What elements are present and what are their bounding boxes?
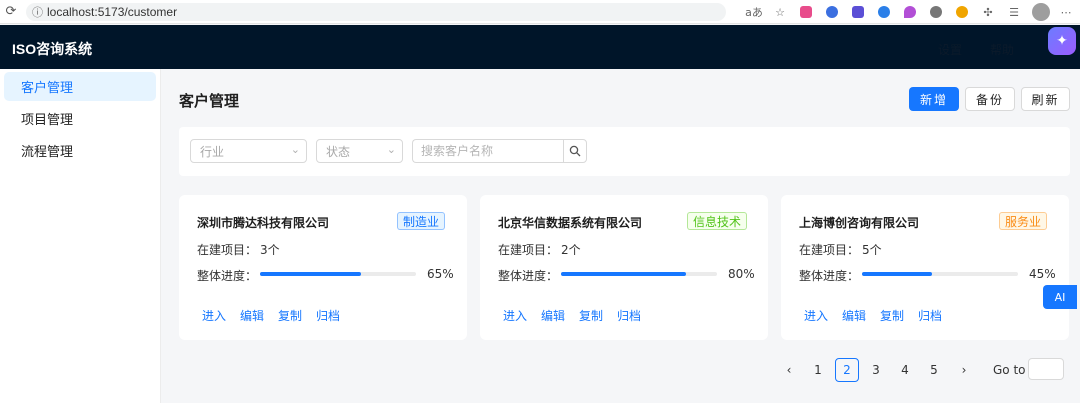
edit-link[interactable]: 编辑 bbox=[541, 307, 565, 324]
address-bar[interactable]: ⓘ localhost:5173/customer bbox=[26, 2, 726, 21]
search-input[interactable] bbox=[412, 139, 563, 163]
customer-card: 北京华信数据系统有限公司 信息技术 在建项目： 2个 整体进度： 80% 进入 … bbox=[480, 195, 768, 340]
browser-toolbar: ⟳ ⓘ localhost:5173/customer aあ ☆ ✣ ☰ ⋯ bbox=[0, 0, 1080, 24]
progress-bar bbox=[260, 272, 416, 276]
more-icon[interactable]: ⋯ bbox=[1056, 2, 1076, 22]
reload-icon[interactable]: ⟳ bbox=[0, 1, 22, 23]
address-text: localhost:5173/customer bbox=[47, 4, 178, 19]
industry-select[interactable]: 行业 ⌄ bbox=[190, 139, 307, 163]
chevron-down-icon: ⌄ bbox=[290, 143, 300, 156]
star-icon[interactable]: ☆ bbox=[770, 2, 790, 22]
page-button[interactable]: 3 bbox=[864, 358, 888, 382]
card-actions: 进入 编辑 复制 归档 bbox=[202, 307, 354, 324]
info-icon: ⓘ bbox=[32, 5, 43, 19]
industry-tag: 制造业 bbox=[397, 212, 446, 230]
customer-name: 北京华信数据系统有限公司 bbox=[498, 216, 643, 230]
page-title: 客户管理 bbox=[179, 92, 240, 110]
projects-value: 5个 bbox=[862, 243, 882, 257]
extension-icon[interactable] bbox=[926, 2, 946, 22]
enter-link[interactable]: 进入 bbox=[503, 307, 527, 324]
archive-link[interactable]: 归档 bbox=[918, 307, 942, 324]
status-select-placeholder: 状态 bbox=[326, 144, 351, 159]
industry-select-placeholder: 行业 bbox=[200, 144, 225, 159]
extension-icon[interactable] bbox=[848, 2, 868, 22]
customer-name: 上海博创咨询有限公司 bbox=[799, 216, 920, 230]
extension-icon[interactable] bbox=[874, 2, 894, 22]
assistant-icon[interactable]: ✦ bbox=[1048, 27, 1076, 55]
projects-label: 在建项目： bbox=[799, 243, 860, 257]
chevron-down-icon: ⌄ bbox=[386, 143, 396, 156]
projects-value: 3个 bbox=[260, 243, 280, 257]
page-button-current[interactable]: 2 bbox=[835, 358, 859, 382]
add-button[interactable]: 新增 bbox=[909, 87, 959, 111]
enter-link[interactable]: 进入 bbox=[804, 307, 828, 324]
archive-link[interactable]: 归档 bbox=[617, 307, 641, 324]
archive-link[interactable]: 归档 bbox=[316, 307, 340, 324]
progress-label: 整体进度： bbox=[498, 269, 559, 283]
page-button[interactable]: 4 bbox=[893, 358, 917, 382]
progress-bar bbox=[561, 272, 717, 276]
edit-link[interactable]: 编辑 bbox=[240, 307, 264, 324]
page-button[interactable]: 1 bbox=[806, 358, 830, 382]
copy-link[interactable]: 复制 bbox=[579, 307, 603, 324]
search-icon bbox=[569, 145, 581, 157]
customer-name: 深圳市腾达科技有限公司 bbox=[197, 216, 330, 230]
status-select[interactable]: 状态 ⌄ bbox=[316, 139, 403, 163]
puzzle-icon[interactable]: ✣ bbox=[978, 2, 998, 22]
progress-percent: 45% bbox=[1029, 267, 1056, 281]
copy-link[interactable]: 复制 bbox=[278, 307, 302, 324]
goto-label: Go to bbox=[993, 363, 1026, 377]
header-menu-item[interactable]: 帮助 bbox=[990, 41, 1014, 58]
progress-label: 整体进度： bbox=[799, 269, 860, 283]
ai-assistant-button[interactable]: AI bbox=[1043, 285, 1077, 309]
profile-avatar[interactable] bbox=[1032, 3, 1050, 21]
extension-icon[interactable] bbox=[900, 2, 920, 22]
copy-link[interactable]: 复制 bbox=[880, 307, 904, 324]
extensions-bar: aあ ☆ ✣ ☰ ⋯ bbox=[738, 2, 1076, 22]
sidebar-item-process[interactable]: 流程管理 bbox=[4, 136, 156, 165]
industry-tag: 服务业 bbox=[999, 212, 1048, 230]
card-actions: 进入 编辑 复制 归档 bbox=[503, 307, 655, 324]
progress-fill bbox=[862, 272, 933, 276]
extension-icon[interactable] bbox=[796, 2, 816, 22]
prev-page-button[interactable]: ‹ bbox=[777, 358, 801, 382]
industry-tag: 信息技术 bbox=[687, 212, 748, 230]
extension-icon[interactable] bbox=[822, 2, 842, 22]
app-header: ISO咨询系统 设置 帮助 ✦ bbox=[0, 25, 1080, 69]
sidebar-item-customer[interactable]: 客户管理 bbox=[4, 72, 156, 101]
progress-fill bbox=[260, 272, 362, 276]
projects-label: 在建项目： bbox=[498, 243, 559, 257]
progress-percent: 80% bbox=[728, 267, 755, 281]
sidebar-item-project[interactable]: 项目管理 bbox=[4, 104, 156, 133]
progress-bar bbox=[862, 272, 1018, 276]
app-title: ISO咨询系统 bbox=[12, 41, 93, 57]
refresh-button[interactable]: 刷新 bbox=[1021, 87, 1070, 111]
goto-input[interactable] bbox=[1028, 358, 1064, 380]
favorites-icon[interactable]: ☰ bbox=[1004, 2, 1024, 22]
card-actions: 进入 编辑 复制 归档 bbox=[804, 307, 956, 324]
progress-percent: 65% bbox=[427, 267, 454, 281]
enter-link[interactable]: 进入 bbox=[202, 307, 226, 324]
page-button[interactable]: 5 bbox=[922, 358, 946, 382]
progress-fill bbox=[561, 272, 686, 276]
projects-value: 2个 bbox=[561, 243, 581, 257]
customer-card: 深圳市腾达科技有限公司 制造业 在建项目： 3个 整体进度： 65% 进入 编辑… bbox=[179, 195, 467, 340]
filter-bar: 行业 ⌄ 状态 ⌄ bbox=[179, 127, 1070, 176]
next-page-button[interactable]: › bbox=[952, 358, 976, 382]
header-menu-item[interactable]: 设置 bbox=[938, 41, 962, 58]
progress-label: 整体进度： bbox=[197, 269, 258, 283]
edit-link[interactable]: 编辑 bbox=[842, 307, 866, 324]
backup-button[interactable]: 备份 bbox=[965, 87, 1015, 111]
extension-icon[interactable] bbox=[952, 2, 972, 22]
search-button[interactable] bbox=[563, 139, 587, 163]
sidebar: 客户管理 项目管理 流程管理 bbox=[0, 69, 161, 403]
translate-icon[interactable]: aあ bbox=[744, 2, 764, 22]
customer-card: 上海博创咨询有限公司 服务业 在建项目： 5个 整体进度： 45% 进入 编辑 … bbox=[781, 195, 1069, 340]
projects-label: 在建项目： bbox=[197, 243, 258, 257]
